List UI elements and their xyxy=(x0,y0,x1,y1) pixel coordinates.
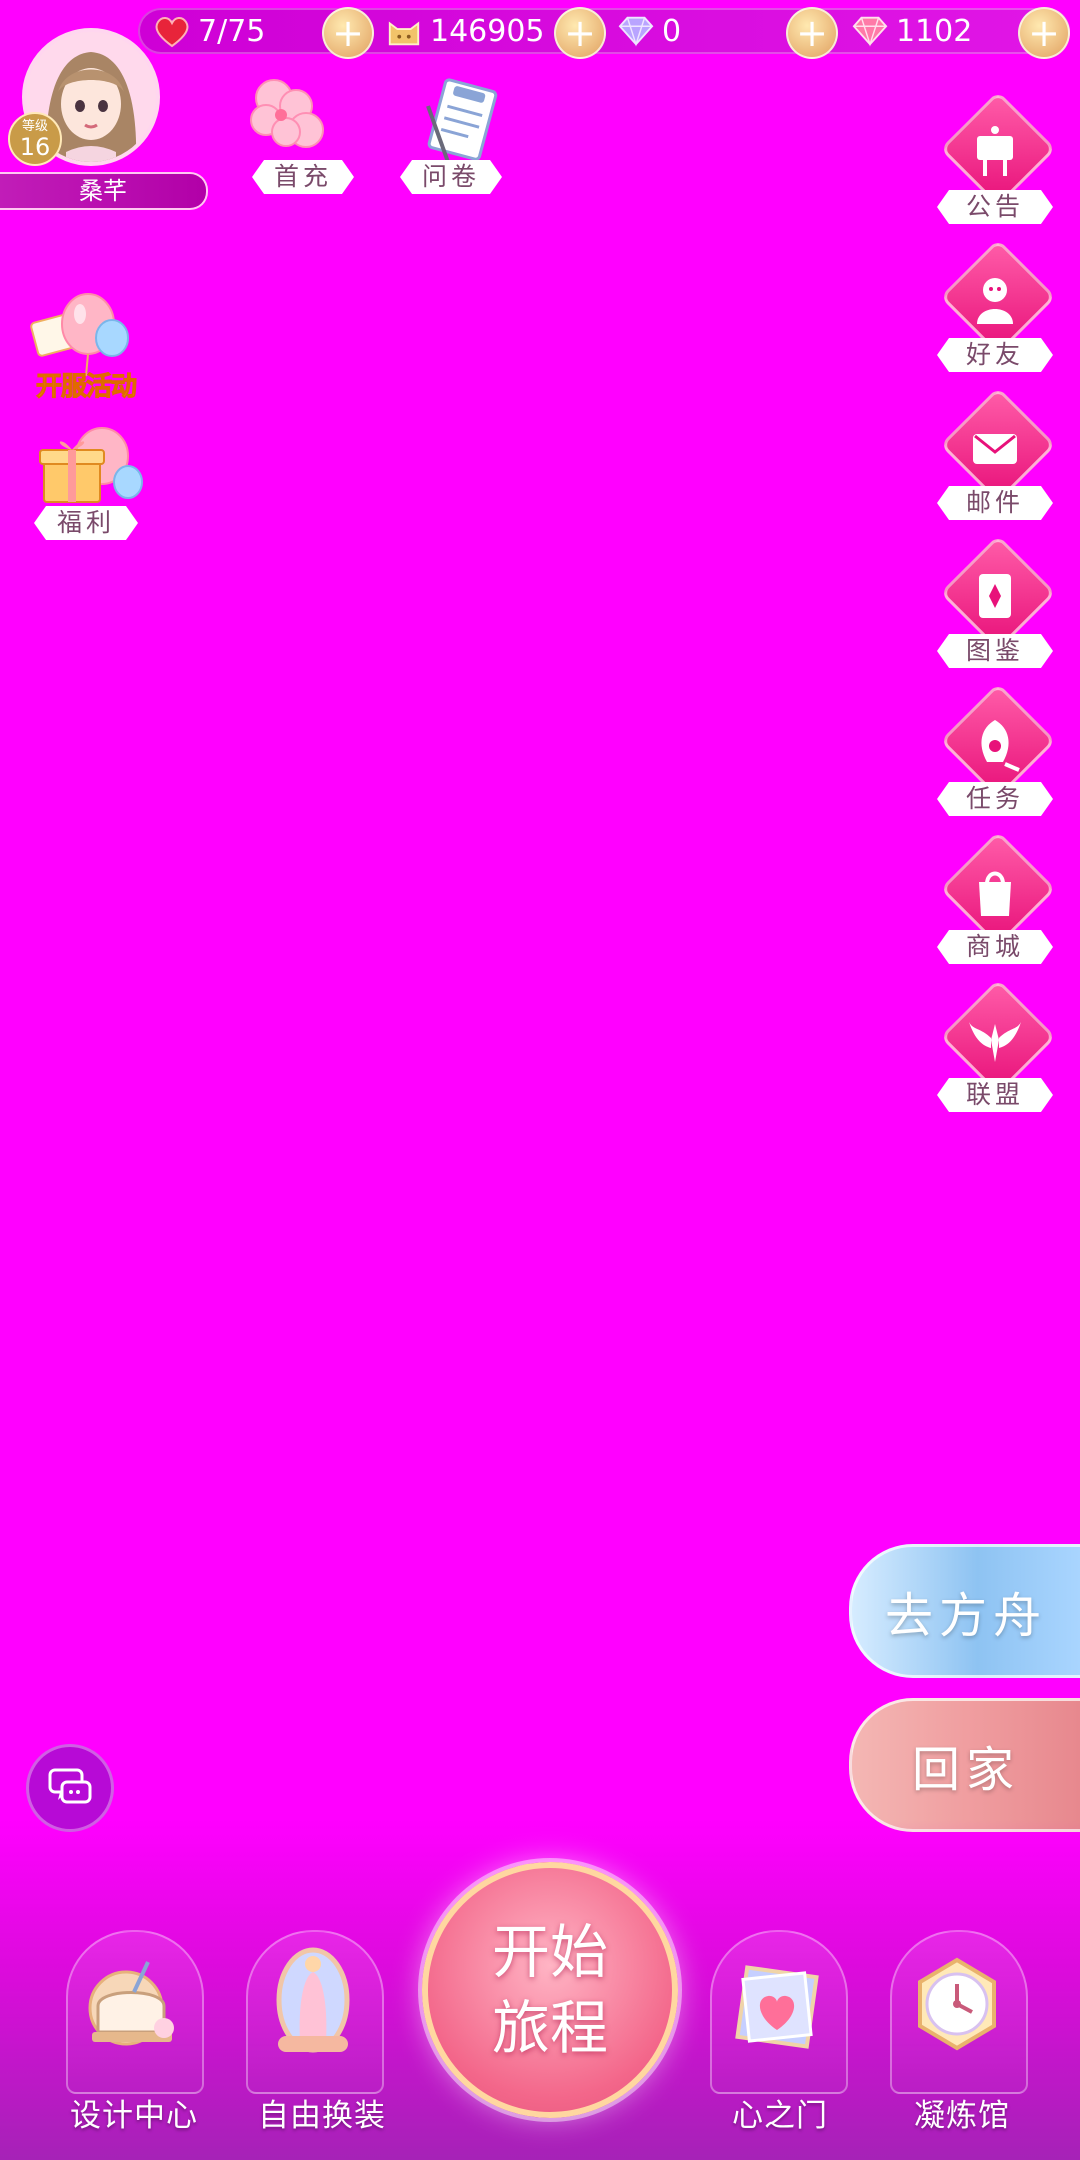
tasks-button[interactable]: 任务 xyxy=(930,683,1060,840)
shop-button[interactable]: 商城 xyxy=(930,831,1060,988)
announcement-button[interactable]: 公告 xyxy=(930,91,1060,248)
stamina-value: 7/75 xyxy=(198,13,266,49)
friends-label: 好友 xyxy=(937,338,1053,372)
survey-button[interactable] xyxy=(410,76,510,166)
add-blue-diamond-button[interactable]: + xyxy=(786,7,838,59)
collection-button[interactable]: 图鉴 xyxy=(930,535,1060,692)
level-badge: 等级 16 xyxy=(8,112,62,166)
alliance-label: 联盟 xyxy=(937,1078,1053,1112)
envelope-icon xyxy=(973,434,1017,464)
survey-label[interactable]: 问卷 xyxy=(400,160,502,194)
collection-label: 图鉴 xyxy=(937,634,1053,668)
free-dress-tile[interactable] xyxy=(246,1930,384,2094)
start-journey-line1: 开始 xyxy=(491,1918,608,1986)
friend-person-icon xyxy=(977,278,1013,324)
refinery-tile[interactable] xyxy=(890,1930,1028,2094)
refinery-label[interactable]: 凝炼馆 xyxy=(872,2090,1052,2135)
go-to-ark-button[interactable]: 去方舟 xyxy=(849,1544,1080,1678)
clipboard-icon xyxy=(426,78,498,163)
pink-diamond-counter: 1102 xyxy=(852,8,972,54)
welfare-label[interactable]: 福利 xyxy=(34,506,138,540)
pink-diamond-value: 1102 xyxy=(896,13,973,49)
coin-value: 146905 xyxy=(430,13,545,49)
level-label: 等级 xyxy=(21,118,48,134)
start-journey-button[interactable]: 开始 旅程 xyxy=(422,1862,678,2118)
add-stamina-button[interactable]: + xyxy=(322,7,374,59)
alliance-button[interactable]: 联盟 xyxy=(930,979,1060,1136)
crystal-heart-icon xyxy=(735,1965,819,2049)
tasks-label: 任务 xyxy=(937,782,1053,816)
card-book-icon xyxy=(979,574,1011,618)
clock-icon xyxy=(918,1957,996,2051)
heart-gate-tile[interactable] xyxy=(710,1930,848,2094)
player-name[interactable]: 桑芊 xyxy=(0,172,208,210)
chat-bubble-icon xyxy=(48,1768,92,1804)
announcement-label: 公告 xyxy=(937,190,1053,224)
go-home-label: 回家 xyxy=(911,1742,1020,1798)
open-event-label: 开服活动 xyxy=(35,372,137,403)
mirror-icon xyxy=(276,1947,350,2053)
open-event-button[interactable]: 开服活动 xyxy=(26,280,146,403)
shop-label: 商城 xyxy=(937,930,1053,964)
go-to-ark-label: 去方舟 xyxy=(884,1588,1047,1644)
diamond-pink-icon xyxy=(852,13,888,49)
blue-diamond-value: 0 xyxy=(662,13,682,49)
chat-button[interactable] xyxy=(26,1744,114,1832)
shopping-bag-icon xyxy=(979,871,1011,916)
design-center-tile[interactable] xyxy=(66,1930,204,2094)
mail-label: 邮件 xyxy=(937,486,1053,520)
blue-diamond-counter: 0 xyxy=(618,8,681,54)
heart-icon xyxy=(154,13,190,49)
start-journey-line2: 旅程 xyxy=(491,1994,608,2062)
stamina-counter: 7/75 xyxy=(154,8,265,54)
mail-button[interactable]: 邮件 xyxy=(930,387,1060,544)
coin-counter: 146905 xyxy=(386,8,545,54)
friends-button[interactable]: 好友 xyxy=(930,239,1060,396)
sakura-icon xyxy=(250,79,324,148)
signboard-icon xyxy=(977,126,1013,176)
free-dress-label[interactable]: 自由换装 xyxy=(232,2090,412,2135)
quill-task-icon xyxy=(981,720,1020,772)
design-center-label[interactable]: 设计中心 xyxy=(44,2090,224,2135)
cat-coin-icon xyxy=(386,13,422,49)
gift-box-icon xyxy=(39,427,143,503)
level-value: 16 xyxy=(19,132,51,161)
diamond-blue-icon xyxy=(618,13,654,49)
sewing-machine-icon xyxy=(88,1961,174,2046)
heart-gate-label[interactable]: 心之门 xyxy=(690,2090,870,2135)
add-pink-diamond-button[interactable]: + xyxy=(1018,7,1070,59)
go-home-button[interactable]: 回家 xyxy=(849,1698,1080,1832)
first-recharge-button[interactable] xyxy=(236,70,346,160)
wings-crest-icon xyxy=(969,1022,1021,1062)
first-recharge-label[interactable]: 首充 xyxy=(252,160,354,194)
add-coin-button[interactable]: + xyxy=(554,7,606,59)
